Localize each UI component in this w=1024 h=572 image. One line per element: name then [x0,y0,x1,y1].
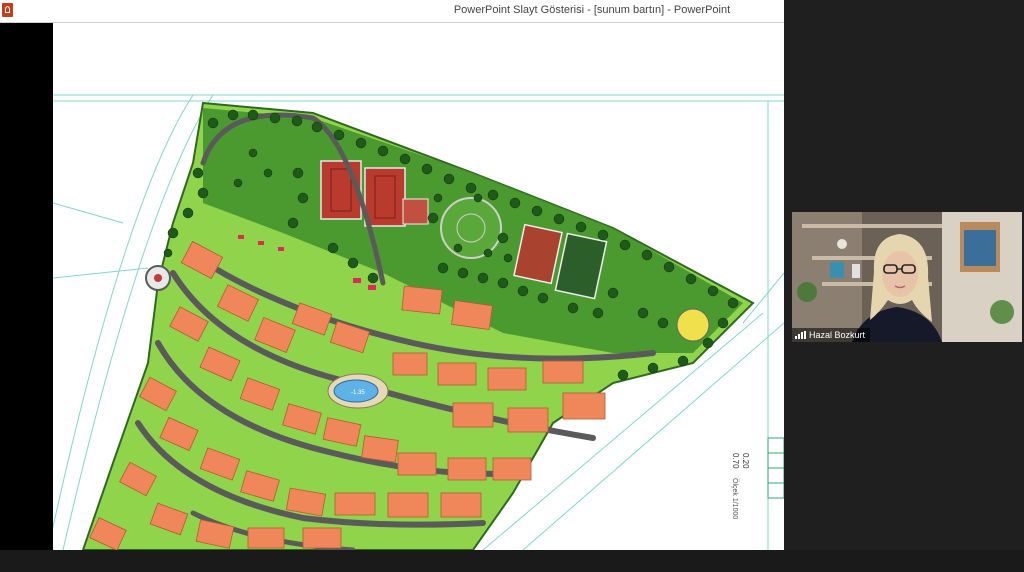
site-plan-drawing: Ölçek 1/1000 0.20 0.70 -1.35 [53,94,784,550]
slide-canvas[interactable]: Ölçek 1/1000 0.20 0.70 -1.35 [53,23,784,550]
webcam-feed [792,212,1022,342]
title-bar: PowerPoint Slayt Gösterisi - [sunum bart… [0,0,784,23]
scale-annotation: Ölçek 1/1000 [731,478,739,519]
participant-video-tile[interactable]: Hazal Bozkurt [792,212,1022,342]
window-title: PowerPoint Slayt Gösterisi - [sunum bart… [453,4,731,16]
dimension-annotation-2: 0.70 [731,453,740,469]
slide-letterbox [0,23,53,550]
pool-level-label: -1.35 [351,390,365,396]
participant-name: Hazal Bozkurt [809,330,866,340]
signal-bars-icon [795,331,806,339]
powerpoint-icon [2,3,13,17]
meeting-bottom-strip [0,550,1024,572]
participant-name-tag: Hazal Bozkurt [792,328,871,342]
powerpoint-slideshow-window: PowerPoint Slayt Gösterisi - [sunum bart… [0,0,784,550]
dimension-annotation-1: 0.20 [741,453,750,469]
